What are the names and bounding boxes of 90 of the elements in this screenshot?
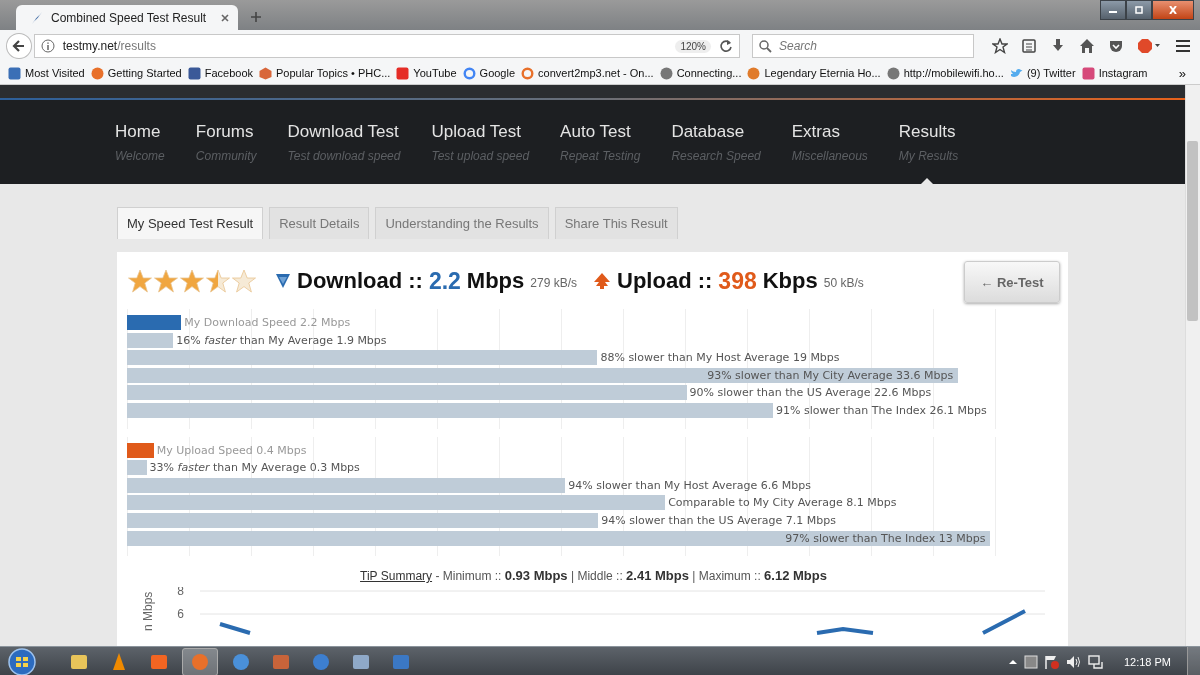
up-arrow-icon <box>593 272 611 290</box>
bookmark-item[interactable]: Getting Started <box>90 66 182 80</box>
tick-label: 8 <box>177 587 184 599</box>
stop-sign-icon[interactable] <box>1137 38 1161 54</box>
bar-label: 88% slower than My Host Average 19 Mbps <box>600 351 840 365</box>
site-nav-item[interactable]: Results My Results <box>898 100 959 184</box>
star-icon <box>127 268 153 294</box>
bookmark-item[interactable]: Instagram <box>1081 66 1148 80</box>
search-icon <box>759 40 772 53</box>
bar-label: 94% slower than My Host Average 6.6 Mbps <box>568 478 811 492</box>
bookmark-item[interactable]: (9) Twitter <box>1009 66 1076 80</box>
bar-label: 94% slower than the US Average 7.1 Mbps <box>601 513 836 527</box>
bookmark-item[interactable]: Popular Topics • PHC... <box>259 66 391 80</box>
upload-rate: 50 kB/s <box>823 276 864 290</box>
bookmark-item[interactable]: Most Visited <box>8 66 85 80</box>
close-icon <box>1168 6 1178 14</box>
back-arrow-icon <box>11 39 26 53</box>
minimize-button[interactable] <box>1100 0 1126 20</box>
star-icon <box>231 268 257 294</box>
bar-label: 93% slower than My City Average 33.6 Mbps <box>707 368 954 382</box>
site-nav-item[interactable]: Home Welcome <box>115 100 165 184</box>
clock-text: 12:18 PM <box>1123 655 1171 668</box>
page-tab[interactable]: My Speed Test Result <box>117 207 264 239</box>
site-nav-item[interactable]: Forums Community <box>195 100 257 184</box>
search-field[interactable]: Search <box>752 34 974 58</box>
star-icon <box>205 268 231 294</box>
summary-link[interactable]: TiP Summary <box>360 569 433 584</box>
bar-label: 91% slower than The Index 26.1 Mbps <box>775 403 987 417</box>
browser-tab[interactable]: Combined Speed Test Result <box>16 5 238 30</box>
bar-label: 90% slower than the US Average 22.6 Mbps <box>689 386 932 400</box>
new-tab-icon[interactable] <box>250 11 262 23</box>
start-button[interactable] <box>6 646 38 675</box>
bookmark-item[interactable]: Legendary Eternia Ho... <box>747 66 881 80</box>
bird-icon <box>1009 66 1023 80</box>
network-icon[interactable] <box>1087 653 1104 670</box>
axis-label: n Mbps <box>141 591 155 632</box>
tick-label: 6 <box>177 607 184 622</box>
menu-icon[interactable] <box>1174 38 1192 54</box>
upload-label: Upload :: <box>617 268 713 294</box>
reload-icon[interactable] <box>719 39 733 53</box>
page-tab[interactable]: Result Details <box>269 207 370 239</box>
site-nav-item[interactable]: Upload Test Test upload speed <box>431 100 530 184</box>
download-value: 2.2 <box>428 267 461 295</box>
download-unit: Mbps <box>466 268 525 294</box>
site-nav-item[interactable]: Extras Miscellaneous <box>791 100 868 184</box>
download-rate: 279 kB/s <box>530 276 577 290</box>
bar-label: Comparable to My City Average 8.1 Mbps <box>668 496 897 510</box>
site-nav-item[interactable]: Database Research Speed <box>671 100 761 184</box>
bar-label: 16% faster than My Average 1.9 Mbps <box>176 333 387 347</box>
bar-label: 33% faster than My Average 0.3 Mbps <box>149 461 360 475</box>
site-nav-item[interactable]: Auto Test Repeat Testing <box>560 100 641 184</box>
upload-value: 398 <box>718 267 757 295</box>
bookmark-item[interactable]: convert2mp3.net - On... <box>521 66 654 80</box>
upload-unit: Kbps <box>762 268 818 294</box>
star-icon[interactable] <box>992 38 1008 54</box>
scroll-thumb[interactable] <box>1187 141 1198 321</box>
bookmark-item[interactable]: YouTube <box>396 66 457 80</box>
address-bar[interactable]: testmy.net/results 120% <box>33 34 740 58</box>
star-icon <box>179 268 205 294</box>
page-tab[interactable]: Understanding the Results <box>375 207 549 239</box>
page-tab[interactable]: Share This Result <box>554 207 678 239</box>
url-text: testmy.net/results <box>62 39 157 53</box>
bar-label: My Download Speed 2.2 Mbps <box>184 316 351 329</box>
down-arrow-icon <box>275 273 291 289</box>
star-icon <box>153 268 179 294</box>
bookmark-item[interactable]: http://mobilewifi.ho... <box>886 66 1004 80</box>
download-label: Download :: <box>297 268 423 294</box>
retest-button[interactable]: ← Re-Test <box>964 261 1060 303</box>
scrollbar[interactable] <box>1185 85 1200 646</box>
maximize-button[interactable] <box>1126 0 1152 20</box>
back-button[interactable] <box>6 33 32 59</box>
list-icon[interactable] <box>1021 38 1037 54</box>
bookmark-item[interactable]: Google <box>462 66 516 80</box>
square-logo-icon <box>187 66 201 80</box>
bookmark-item[interactable]: Connecting... <box>659 66 742 80</box>
pocket-icon[interactable] <box>1108 38 1124 54</box>
bar-label: My Upload Speed 0.4 Mbps <box>156 443 307 457</box>
summary-text: TiP Summary - Minimum :: 0.93 Mbps | Middle :: 2.41 Mbps | Maximum :: 6.12 Mbps <box>359 568 828 584</box>
flag-icon[interactable] <box>1043 653 1060 670</box>
site-nav-item[interactable]: Download Test Test download speed <box>287 100 401 184</box>
tray-square-icon[interactable] <box>1023 654 1038 669</box>
bar-label: 97% slower than The Index 13 Mbps <box>785 531 986 545</box>
close-button[interactable] <box>1152 0 1194 20</box>
info-icon[interactable] <box>40 39 55 53</box>
bookmark-item[interactable]: Facebook <box>187 66 254 80</box>
home-icon[interactable] <box>1079 38 1095 54</box>
zoom-badge[interactable]: 120% <box>675 39 711 53</box>
maximize-icon <box>1134 6 1144 14</box>
more-bookmarks-button[interactable]: » <box>1178 65 1186 81</box>
close-icon[interactable] <box>220 12 230 23</box>
